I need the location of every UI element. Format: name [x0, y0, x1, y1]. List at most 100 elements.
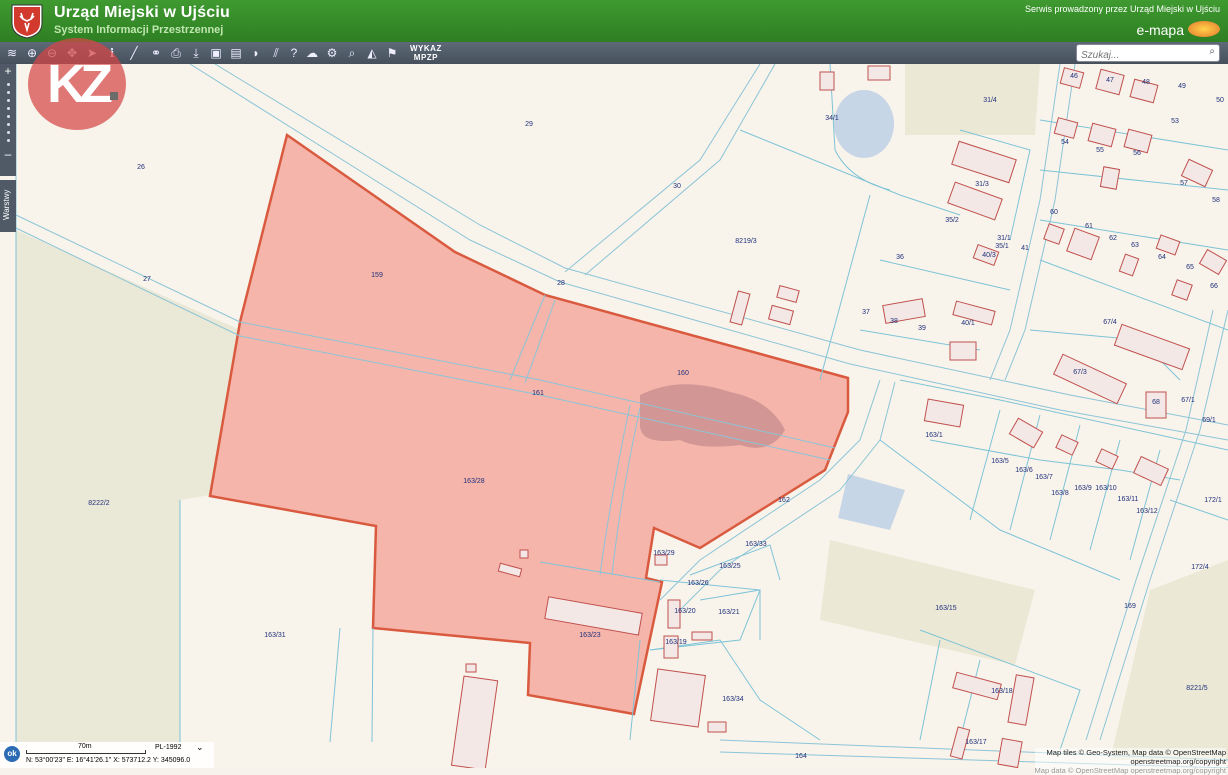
zoom-out-button[interactable]: –	[0, 147, 16, 161]
parcel-label: 34/1	[825, 115, 839, 122]
parcel-label: 163/31	[264, 632, 286, 639]
parcel-label: 163/18	[991, 688, 1013, 695]
chevron-down-icon[interactable]: ⌄	[196, 742, 204, 753]
parcel-label: 46	[1070, 73, 1078, 80]
parcel-label: 172/1	[1204, 497, 1222, 504]
map-canvas[interactable]: 29 26 27 28 159 160 161 163/28 8222/2 16…	[0, 64, 1228, 768]
city-crest-icon	[11, 4, 43, 39]
zoom-in-button[interactable]: +	[0, 64, 16, 78]
print-icon[interactable]: ⎙	[168, 45, 184, 61]
mpzp-label: MPZP	[413, 53, 439, 62]
parcel-label: 163/7	[1035, 474, 1053, 481]
parcel-label: 31/4	[983, 97, 997, 104]
parcel-label: 163/6	[1015, 467, 1033, 474]
comment-icon[interactable]: ◗	[248, 45, 264, 61]
parcel-label: 68	[1152, 399, 1160, 406]
layout-icon[interactable]: ▤	[228, 45, 244, 61]
crs-select[interactable]: PL-1992	[155, 744, 181, 751]
parcel-label: 69/1	[1202, 417, 1216, 424]
parcel-label: 47	[1106, 77, 1114, 84]
parcel-label: 163/10	[1095, 485, 1117, 492]
provider-text: Serwis prowadzony przez Urząd Miejski w …	[1024, 4, 1220, 14]
parcel-label: 65	[1186, 264, 1194, 271]
parcel-label: 160	[677, 370, 689, 377]
parcel-label: 62	[1109, 235, 1117, 242]
scale-panel: ok 70m PL-1992 ⌄ N: 53°00'23" E: 16°41'2…	[0, 742, 214, 768]
parcel-label: 39	[918, 325, 926, 332]
parcel-label: 163/29	[653, 550, 675, 557]
coordinates-readout: N: 53°00'23" E: 16°41'26.1" X: 573712.2 …	[26, 757, 191, 764]
identify-icon[interactable]: ⚑	[384, 45, 400, 61]
attribution-link[interactable]: openstreetmap.org/copyright	[1035, 757, 1226, 766]
scale-bar	[26, 750, 146, 754]
system-subtitle: System Informacji Przestrzennej	[54, 24, 224, 36]
hatch-icon[interactable]: ⫽	[268, 45, 284, 61]
parcel-label: 64	[1158, 254, 1166, 261]
settings-icon[interactable]: ⚙	[324, 45, 340, 61]
help-icon[interactable]: ?	[286, 45, 302, 61]
parcel-label: 67/3	[1073, 369, 1087, 376]
parcel-label: 27	[143, 276, 151, 283]
parcel-label: 172/4	[1191, 564, 1209, 571]
parcel-label: 26	[137, 164, 145, 171]
layers-tab[interactable]: Warstwy	[0, 180, 16, 232]
parcel-label: 28	[557, 280, 565, 287]
parcel-label: 164	[795, 753, 807, 760]
layers-tab-label: Warstwy	[2, 189, 11, 220]
parcel-label: 40/3	[982, 252, 996, 259]
parcel-label: 38	[890, 318, 898, 325]
download-icon[interactable]: ⤓	[188, 45, 204, 61]
parcel-label: 159	[371, 272, 383, 279]
parcel-label: 163/12	[1136, 508, 1158, 515]
kz-watermark-logo: KZ	[28, 38, 126, 130]
parcel-label: 40/1	[961, 320, 975, 327]
attribution-line: Map data © OpenStreetMap openstreetmap.o…	[1034, 766, 1226, 775]
parcel-label: 31/1	[997, 235, 1011, 242]
parcel-label: 163/1	[925, 432, 943, 439]
parcel-label: 8221/5	[1186, 685, 1208, 692]
parcel-label: 35/2	[945, 217, 959, 224]
parcel-label: 162	[778, 497, 790, 504]
search-map-icon[interactable]: ⌕	[344, 45, 360, 61]
field-area	[905, 64, 1040, 135]
parcel-label: 163/11	[1118, 496, 1139, 503]
parcel-label: 163/26	[687, 580, 709, 587]
parcel-label: 48	[1142, 79, 1150, 86]
wykaz-mpzp-button[interactable]: WYKAZ MPZP	[410, 44, 442, 62]
upload-cloud-icon[interactable]: ☁	[304, 45, 320, 61]
ok-button[interactable]: ok	[4, 746, 20, 762]
parcel-label: 163/25	[719, 563, 741, 570]
overlay-icon[interactable]: ▣	[208, 45, 224, 61]
parcel-label: 163/21	[718, 609, 740, 616]
parcel-label: 63	[1131, 242, 1139, 249]
map-attribution: Map tiles © Geo-System, Map data © OpenS…	[1034, 748, 1226, 775]
layers-icon[interactable]: ≋	[4, 45, 20, 61]
parcel-label: 50	[1216, 97, 1224, 104]
parcel-label: 8219/3	[735, 238, 757, 245]
parcel-label: 8222/2	[88, 500, 110, 507]
parcel-label: 163/8	[1051, 490, 1069, 497]
parcel-label: 163/20	[674, 608, 696, 615]
city-title: Urząd Miejski w Ujściu	[54, 4, 231, 21]
parcel-label: 163/17	[965, 739, 987, 746]
parcel-label: 54	[1061, 139, 1069, 146]
search-box: ⌕	[1076, 44, 1220, 63]
parcel-label: 61	[1085, 223, 1093, 230]
parcel-label: 161	[532, 390, 544, 397]
search-icon[interactable]: ⌕	[1209, 46, 1215, 57]
kz-watermark-text: KZ	[47, 54, 113, 114]
zoom-bar: + –	[0, 64, 16, 176]
attribution-line: Map tiles © Geo-System, Map data © OpenS…	[1046, 748, 1226, 757]
parcel-label: 49	[1178, 83, 1186, 90]
link-icon[interactable]: ⚭	[148, 45, 164, 61]
parcel-label: 67/4	[1103, 319, 1117, 326]
parcel-label: 163/33	[745, 541, 767, 548]
parcel-label: 66	[1210, 283, 1218, 290]
search-input[interactable]	[1077, 48, 1203, 63]
draw-icon[interactable]: ◭	[364, 45, 380, 61]
parcel-label: 169	[1124, 603, 1136, 610]
measure-icon[interactable]: ╱	[126, 45, 142, 61]
parcel-label: 53	[1171, 118, 1179, 125]
brand-name[interactable]: e-mapa	[1137, 22, 1184, 38]
parcel-label: 36	[896, 254, 904, 261]
